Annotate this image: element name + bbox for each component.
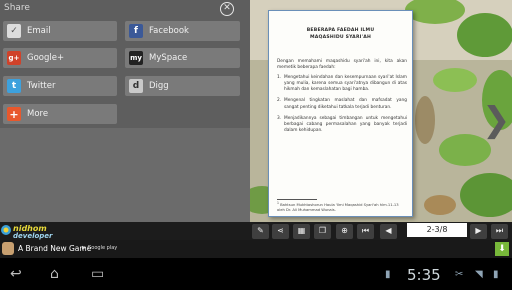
share-googleplus-button[interactable]: g+ Google+ [3, 48, 117, 68]
share-googleplus-label: Google+ [27, 53, 65, 63]
share-myspace-label: MySpace [149, 53, 188, 63]
share-facebook-label: Facebook [149, 26, 189, 36]
recent-apps-icon[interactable]: ▭ [91, 266, 104, 282]
list-item: 2. Mengenal tingkatan maslahat dan mafsa… [277, 98, 407, 110]
clock: 5:35 [407, 266, 441, 284]
list-text: Menjadikannya sebagai timbangan untuk me… [284, 115, 407, 133]
pages-icon[interactable]: ❐ [314, 224, 331, 239]
zoom-icon[interactable]: ⊕ [336, 224, 353, 239]
share-email-button[interactable]: ✓ Email [3, 21, 117, 41]
share-digg-label: Digg [149, 81, 169, 91]
share-icon[interactable]: ⋖ [272, 224, 289, 239]
google-play-label: Google play [87, 245, 118, 251]
digg-icon: d [129, 79, 143, 93]
list-number: 2. [277, 98, 282, 104]
share-twitter-label: Twitter [27, 81, 56, 91]
share-title: Share [4, 3, 30, 13]
page-indicator[interactable]: 2-3/8 [407, 223, 467, 237]
share-more-button[interactable]: + More [3, 104, 117, 124]
highlight-icon[interactable]: ✎ [252, 224, 269, 239]
footnote-text: Bahtsun Mukhtashorun Haula 'Ilmi Maqashi… [277, 203, 399, 213]
next-page-icon[interactable]: ▶ [470, 224, 487, 239]
google-play-badge[interactable]: ▶ Google play [82, 245, 117, 251]
page-body: Dengan memahami maqashidu syari'ah ini, … [277, 59, 407, 139]
sd-card-icon: ▮ [385, 269, 391, 280]
share-facebook-button[interactable]: f Facebook [125, 21, 240, 41]
share-myspace-button[interactable]: my MySpace [125, 48, 240, 68]
download-icon[interactable]: ⬇ [495, 242, 509, 256]
close-icon[interactable]: ✕ [220, 2, 234, 16]
back-icon[interactable]: ↩ [10, 266, 22, 282]
share-twitter-button[interactable]: t Twitter [3, 76, 117, 96]
avatar [2, 242, 14, 255]
list-text: Mengenal tingkatan maslahat dan mafsadat… [284, 98, 407, 110]
page-intro: Dengan memahami maqashidu syari'ah ini, … [277, 59, 407, 71]
footnote: 1 Bahtsun Mukhtashorun Haula 'Ilmi Maqas… [277, 201, 405, 213]
brand-tagline: developer [13, 232, 53, 240]
screenshot-icon: ✂ [455, 269, 464, 280]
share-more-label: More [27, 109, 49, 119]
list-item: 1. Mengetahui keindahan dan kesempurnaan… [277, 75, 407, 93]
list-text: Mengetahui keindahan dan kesempurnaan sy… [284, 75, 407, 93]
book-page: BEBERAPA FAEDAH ILMU MAQASHIDU SYARI'AH … [268, 10, 413, 217]
page-title: BEBERAPA FAEDAH ILMU [306, 28, 375, 33]
last-page-icon[interactable]: ⏭ [491, 224, 508, 239]
list-number: 1. [277, 75, 282, 81]
battery-icon: ▮ [493, 269, 499, 280]
footnote-divider [277, 199, 317, 200]
envelope-icon: ✓ [7, 24, 21, 38]
google-plus-icon: g+ [7, 51, 21, 65]
wifi-icon: ◥ [475, 269, 483, 280]
plus-icon: + [7, 107, 21, 121]
share-panel: Share ✕ ✓ Email f Facebook g+ Google+ my… [0, 0, 250, 128]
next-page-arrow-icon[interactable]: ❯ [482, 95, 512, 145]
list-number: 3. [277, 115, 282, 121]
twitter-icon: t [7, 79, 21, 93]
share-digg-button[interactable]: d Digg [125, 76, 240, 96]
first-page-icon[interactable]: ⏮ [357, 224, 374, 239]
app-screen: Share ✕ ✓ Email f Facebook g+ Google+ my… [0, 0, 512, 290]
list-item: 3. Menjadikannya sebagai timbangan untuk… [277, 116, 407, 134]
footnote-number: 1 [277, 201, 279, 205]
home-icon[interactable]: ⌂ [50, 266, 59, 282]
share-email-label: Email [27, 26, 51, 36]
prev-page-icon[interactable]: ◀ [380, 224, 397, 239]
myspace-icon: my [129, 51, 143, 65]
book-view[interactable]: BEBERAPA FAEDAH ILMU MAQASHIDU SYARI'AH … [250, 0, 512, 222]
facebook-icon: f [129, 24, 143, 38]
grid-icon[interactable]: ▦ [293, 224, 310, 239]
page-subtitle: MAQASHIDU SYARI'AH [310, 35, 371, 40]
ad-title[interactable]: A Brand New Game [18, 244, 91, 253]
